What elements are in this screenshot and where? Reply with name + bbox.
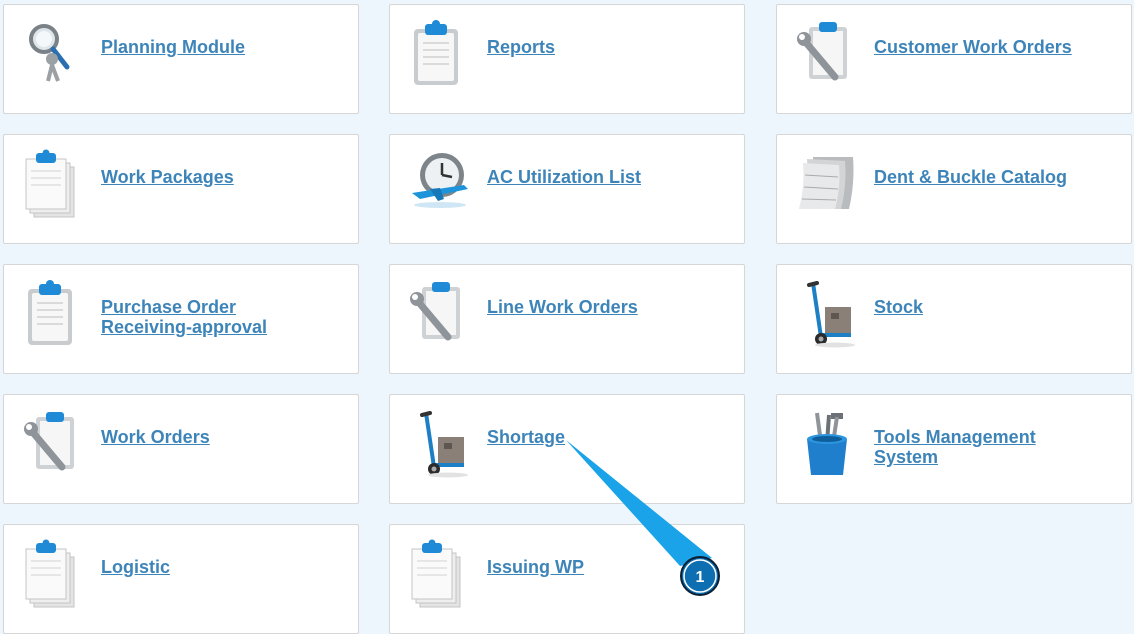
tile-work-orders[interactable]: Work Orders [3,394,359,504]
tile-stock[interactable]: Stock [776,264,1132,374]
tile-issuing-wp[interactable]: Issuing WP [389,524,745,634]
tools-management-system-link[interactable]: Tools Management System [874,427,1036,467]
tile-tools-management-system[interactable]: Tools Management System [776,394,1132,504]
metal-sheets-icon [799,157,854,209]
reports-link[interactable]: Reports [487,37,555,57]
wrench-clipboard-icon [24,412,74,471]
tile-work-packages[interactable]: Work Packages [3,134,359,244]
document-stack-icon [411,539,461,608]
tile-logistic[interactable]: Logistic [3,524,359,634]
magnifier-figure-icon [29,24,70,82]
tool-bucket-icon [807,412,847,475]
stock-link[interactable]: Stock [874,297,923,317]
planning-module-link[interactable]: Planning Module [101,37,245,57]
tile-line-work-orders[interactable]: Line Work Orders [389,264,745,374]
tile-dent-buckle-catalog[interactable]: Dent & Buckle Catalog [776,134,1132,244]
shortage-link[interactable]: Shortage [487,427,565,447]
clipboard-icon [28,280,72,345]
work-packages-link[interactable]: Work Packages [101,167,234,187]
tile-shortage[interactable]: Shortage [389,394,745,504]
purchase-order-receiving-link[interactable]: Purchase Order Receiving-approval [101,297,267,337]
clipboard-icon [414,20,458,85]
logistic-link[interactable]: Logistic [101,557,170,577]
dent-buckle-catalog-link[interactable]: Dent & Buckle Catalog [874,167,1067,187]
document-stack-icon [25,539,75,608]
tile-planning-module[interactable]: Planning Module [3,4,359,114]
document-stack-icon [25,149,75,218]
issuing-wp-link[interactable]: Issuing WP [487,557,584,577]
tile-purchase-order-receiving[interactable]: Purchase Order Receiving-approval [3,264,359,374]
tile-ac-utilization-list[interactable]: AC Utilization List [389,134,745,244]
wrench-clipboard-icon [797,22,847,81]
clock-airplane-icon [412,153,468,208]
line-work-orders-link[interactable]: Line Work Orders [487,297,638,317]
hand-truck-icon [420,411,468,478]
work-orders-link[interactable]: Work Orders [101,427,210,447]
wrench-clipboard-icon [410,282,460,341]
hand-truck-icon [807,281,855,348]
ac-utilization-list-link[interactable]: AC Utilization List [487,167,641,187]
customer-work-orders-link[interactable]: Customer Work Orders [874,37,1072,57]
tile-customer-work-orders[interactable]: Customer Work Orders [776,4,1132,114]
tile-reports[interactable]: Reports [389,4,745,114]
